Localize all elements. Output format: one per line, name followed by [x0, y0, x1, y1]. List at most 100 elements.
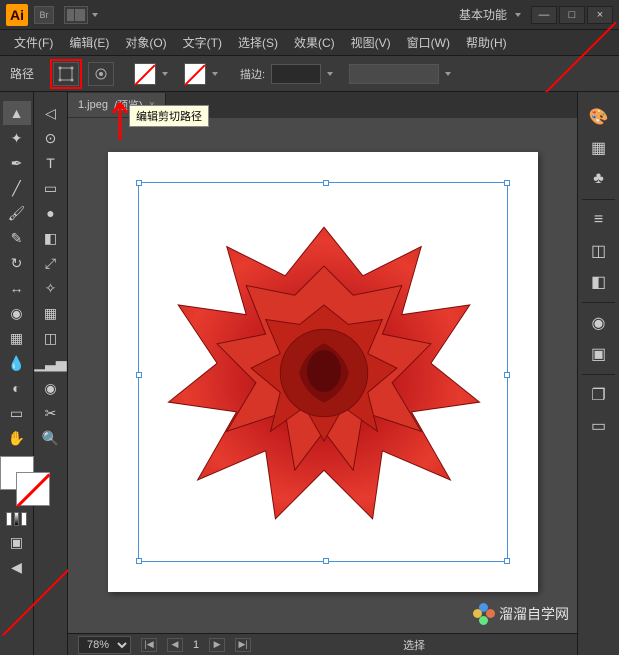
- menu-file[interactable]: 文件(F): [8, 31, 59, 54]
- free-transform-tool[interactable]: ✧: [37, 276, 65, 300]
- mesh-tool[interactable]: ▦: [3, 326, 31, 350]
- blob-brush-tool[interactable]: ●: [37, 201, 65, 225]
- stroke-panel-icon[interactable]: ≡: [584, 206, 614, 234]
- stroke-weight-select[interactable]: [271, 64, 321, 84]
- graphic-styles-panel-icon[interactable]: ▣: [584, 340, 614, 368]
- line-tool[interactable]: ╱: [3, 176, 31, 200]
- artboard[interactable]: [108, 152, 538, 592]
- toolbox-toggle[interactable]: ◀: [3, 555, 31, 579]
- options-mode-label: 路径: [10, 65, 34, 82]
- stroke-weight-dropdown-icon[interactable]: [327, 72, 333, 76]
- selection-bounding-box[interactable]: [138, 182, 508, 562]
- window-close-button[interactable]: ×: [587, 6, 613, 24]
- artboards-panel-icon[interactable]: ▭: [584, 412, 614, 440]
- magic-wand-tool[interactable]: ✦: [3, 126, 31, 150]
- stroke-color-icon[interactable]: [16, 472, 50, 506]
- color-panel-icon[interactable]: 🎨: [584, 103, 614, 131]
- width-tool[interactable]: ↔: [3, 276, 31, 300]
- rectangle-tool[interactable]: ▭: [37, 176, 65, 200]
- fill-swatch[interactable]: [134, 63, 156, 85]
- handle-tr[interactable]: [504, 180, 510, 186]
- handle-tc[interactable]: [323, 180, 329, 186]
- layers-panel-icon[interactable]: ❐: [584, 381, 614, 409]
- layout-dropdown-icon[interactable]: [92, 13, 98, 17]
- color-mode-none[interactable]: [21, 512, 27, 526]
- layout-icon[interactable]: [64, 6, 88, 24]
- gradient-panel-icon[interactable]: ◫: [584, 237, 614, 265]
- app-logo: Ai: [6, 4, 28, 26]
- nav-first-button[interactable]: |◀: [141, 638, 157, 652]
- stroke-swatch[interactable]: [184, 63, 206, 85]
- stroke-dropdown-icon[interactable]: [212, 72, 218, 76]
- window-minimize-button[interactable]: —: [531, 6, 557, 24]
- eyedropper-tool[interactable]: 💧: [3, 351, 31, 375]
- rotate-tool[interactable]: ↻: [3, 251, 31, 275]
- artboard-tool[interactable]: ▭: [3, 401, 31, 425]
- direct-selection-tool[interactable]: ◁: [37, 101, 65, 125]
- toolbox-col-1: ▲ ✦ ✒ ╱ 🖌 ✎ ↻ ↔ ◉ ▦ 💧 ◐ ▭ ✋ ▣ ◀: [0, 92, 34, 655]
- color-mode-solid[interactable]: [6, 512, 12, 526]
- blend-tool[interactable]: ◐: [3, 376, 31, 400]
- color-mode-swatches: [6, 512, 27, 526]
- handle-ml[interactable]: [136, 372, 142, 378]
- edit-contents-button[interactable]: [88, 62, 114, 86]
- handle-br[interactable]: [504, 558, 510, 564]
- handle-mr[interactable]: [504, 372, 510, 378]
- brush-select[interactable]: [349, 64, 439, 84]
- menu-edit[interactable]: 编辑(E): [63, 31, 115, 54]
- menu-effect[interactable]: 效果(C): [288, 31, 341, 54]
- toolbox-col-2: ◁ ⊙ T ▭ ● ◧ ⤢ ✧ ▦ ◫ ▁▃▅ ◉ ✂ 🔍: [34, 92, 68, 655]
- gradient-tool[interactable]: ◫: [37, 326, 65, 350]
- handle-tl[interactable]: [136, 180, 142, 186]
- type-tool[interactable]: T: [37, 151, 65, 175]
- status-bar: 78% |◀ ◀ 1 ▶ ▶| 选择: [68, 633, 577, 655]
- right-panel-dock: 🎨 ▦ ♣ ≡ ◫ ◧ ◉ ▣ ❐ ▭: [577, 92, 619, 655]
- symbol-sprayer-tool[interactable]: ◉: [37, 376, 65, 400]
- pen-tool[interactable]: ✒: [3, 151, 31, 175]
- color-picker[interactable]: [0, 456, 50, 506]
- transparency-panel-icon[interactable]: ◧: [584, 268, 614, 296]
- nav-last-button[interactable]: ▶|: [235, 638, 251, 652]
- menu-select[interactable]: 选择(S): [232, 31, 284, 54]
- color-mode-gradient[interactable]: [14, 512, 20, 526]
- zoom-tool[interactable]: 🔍: [37, 426, 65, 450]
- stroke-label: 描边:: [240, 66, 265, 82]
- scale-tool[interactable]: ⤢: [37, 251, 65, 275]
- workspace-switcher[interactable]: 基本功能: [459, 6, 507, 23]
- swatches-panel-icon[interactable]: ▦: [584, 134, 614, 162]
- appearance-panel-icon[interactable]: ◉: [584, 309, 614, 337]
- tab-filename: 1.jpeg: [78, 99, 108, 111]
- menu-window[interactable]: 窗口(W): [401, 31, 456, 54]
- screen-mode-button[interactable]: ▣: [3, 530, 31, 554]
- shape-builder-tool[interactable]: ◉: [3, 301, 31, 325]
- menu-view[interactable]: 视图(V): [345, 31, 397, 54]
- menu-help[interactable]: 帮助(H): [460, 31, 513, 54]
- perspective-grid-tool[interactable]: ▦: [37, 301, 65, 325]
- edit-clipping-path-button[interactable]: [53, 62, 79, 86]
- bridge-icon[interactable]: Br: [34, 6, 54, 24]
- pencil-tool[interactable]: ✎: [3, 226, 31, 250]
- symbols-panel-icon[interactable]: ♣: [584, 165, 614, 193]
- menu-type[interactable]: 文字(T): [177, 31, 228, 54]
- column-graph-tool[interactable]: ▁▃▅: [37, 351, 65, 375]
- fill-dropdown-icon[interactable]: [162, 72, 168, 76]
- tooltip: 编辑剪切路径: [129, 105, 209, 127]
- paintbrush-tool[interactable]: 🖌: [3, 201, 31, 225]
- eraser-tool[interactable]: ◧: [37, 226, 65, 250]
- brush-dropdown-icon[interactable]: [445, 72, 451, 76]
- workspace-dropdown-icon[interactable]: [515, 13, 521, 17]
- hand-tool[interactable]: ✋: [3, 426, 31, 450]
- nav-next-button[interactable]: ▶: [209, 638, 225, 652]
- lasso-tool[interactable]: ⊙: [37, 126, 65, 150]
- selection-tool[interactable]: ▲: [3, 101, 31, 125]
- artboard-number: 1: [193, 639, 199, 651]
- zoom-level-select[interactable]: 78%: [78, 636, 131, 654]
- nav-prev-button[interactable]: ◀: [167, 638, 183, 652]
- menu-object[interactable]: 对象(O): [119, 31, 172, 54]
- watermark-logo-icon: [473, 603, 495, 625]
- rose-image[interactable]: [149, 193, 499, 553]
- slice-tool[interactable]: ✂: [37, 401, 65, 425]
- handle-bl[interactable]: [136, 558, 142, 564]
- handle-bc[interactable]: [323, 558, 329, 564]
- window-maximize-button[interactable]: □: [559, 6, 585, 24]
